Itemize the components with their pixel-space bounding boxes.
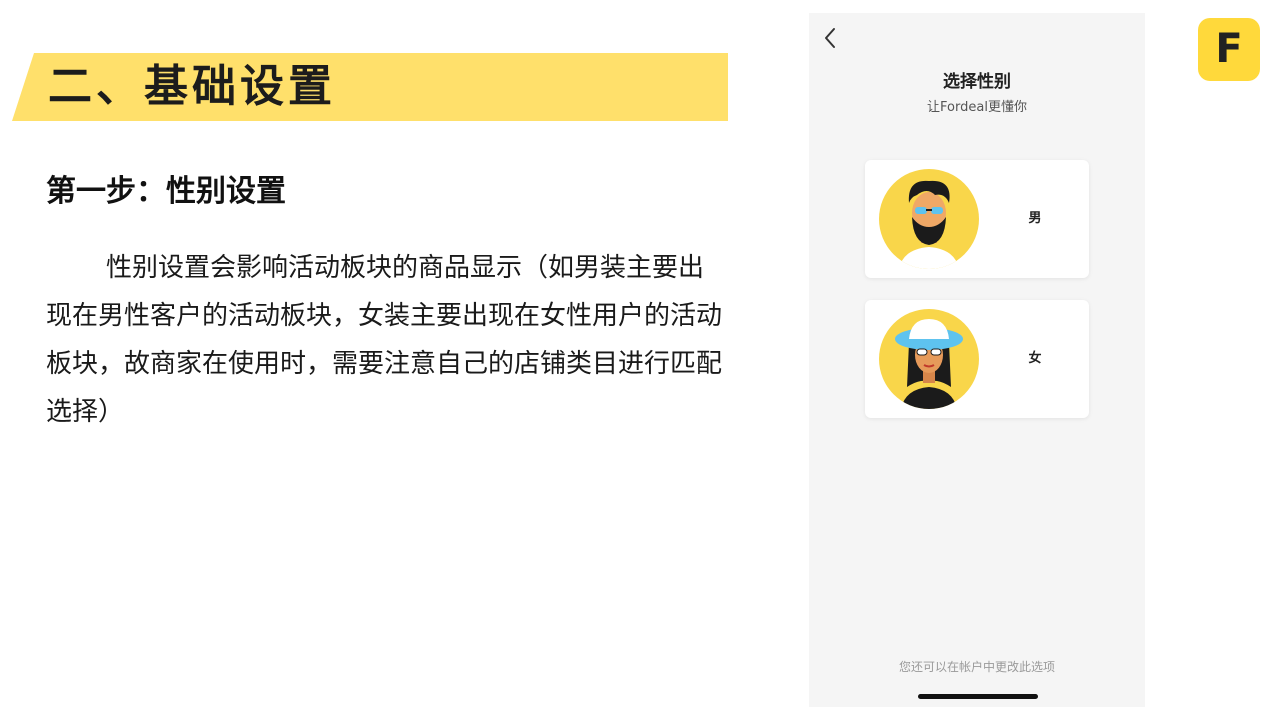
phone-screenshot: 选择性别 让Fordeal更懂你 男 女 您还可以在帐户中更改此选项: [809, 13, 1145, 707]
gender-option-male[interactable]: 男: [865, 160, 1089, 278]
male-avatar-icon: [879, 169, 979, 269]
section-title: 二、基础设置: [48, 61, 336, 112]
gender-label-female: 女: [1028, 351, 1042, 366]
gender-screen-subtitle: 让Fordeal更懂你: [927, 100, 1027, 115]
change-later-hint: 您还可以在帐户中更改此选项: [898, 660, 1055, 674]
gender-label-male: 男: [1028, 211, 1042, 226]
body-paragraph: 性别设置会影响活动板块的商品显示（如男装主要出现在男性客户的活动板块，女装主要出…: [46, 253, 723, 427]
step-title: 第一步：性别设置: [46, 174, 286, 209]
gender-screen-title: 选择性别: [943, 72, 1011, 92]
slide: 二、基础设置 第一步：性别设置 性别设置会影响活动板块的商品显示（如男装主要出现…: [0, 0, 1280, 720]
fordeal-logo: F: [1198, 18, 1260, 81]
gender-option-female[interactable]: 女: [865, 300, 1089, 418]
back-arrow-icon[interactable]: [819, 25, 841, 51]
home-indicator: [918, 694, 1038, 699]
female-avatar-icon: [879, 309, 979, 409]
logo-letter: F: [1215, 26, 1243, 72]
